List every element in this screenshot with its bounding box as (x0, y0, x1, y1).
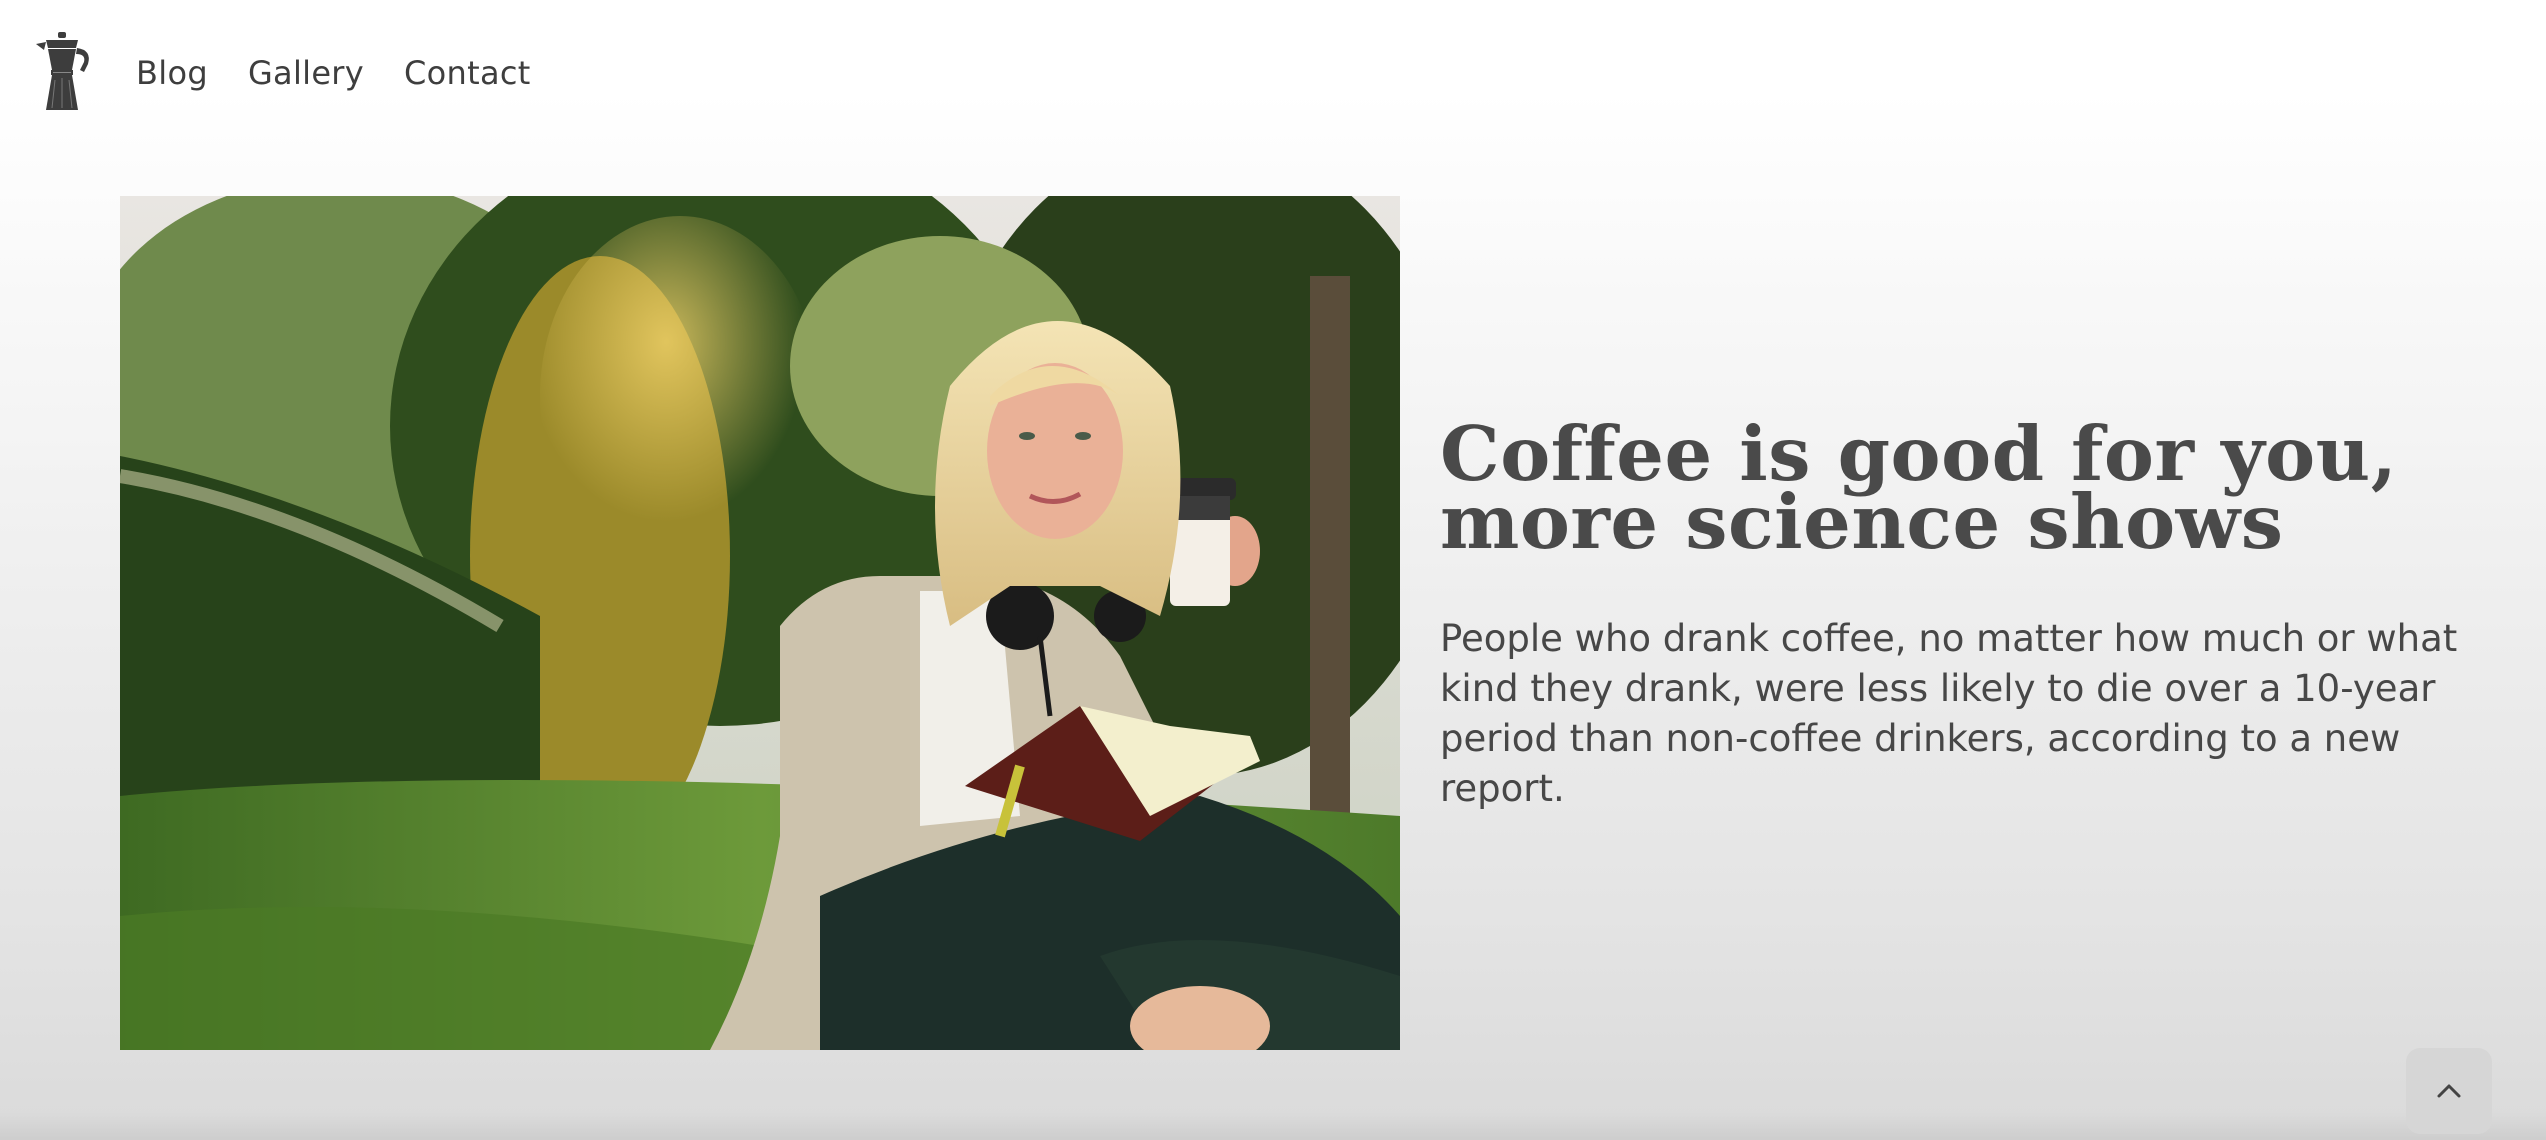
moka-pot-icon[interactable] (32, 30, 96, 114)
hero-text: Coffee is good for you, more science sho… (1440, 410, 2510, 851)
chevron-up-icon (2437, 1084, 2461, 1098)
main-nav: Blog Gallery Contact (136, 54, 531, 92)
nav-link-blog[interactable]: Blog (136, 54, 208, 92)
hero-photo (120, 196, 1400, 1050)
lede-paragraph: People who drank coffee, no matter how m… (1440, 617, 2458, 810)
headline: Coffee is good for you, more science sho… (1440, 410, 2398, 566)
hero-photo-illustration (120, 196, 1400, 1050)
section-divider (0, 1112, 2546, 1140)
back-to-top-button[interactable] (2406, 1048, 2492, 1134)
nav-link-contact[interactable]: Contact (404, 54, 531, 92)
nav-link-gallery[interactable]: Gallery (248, 54, 364, 92)
site-header: Blog Gallery Contact (0, 0, 2546, 150)
